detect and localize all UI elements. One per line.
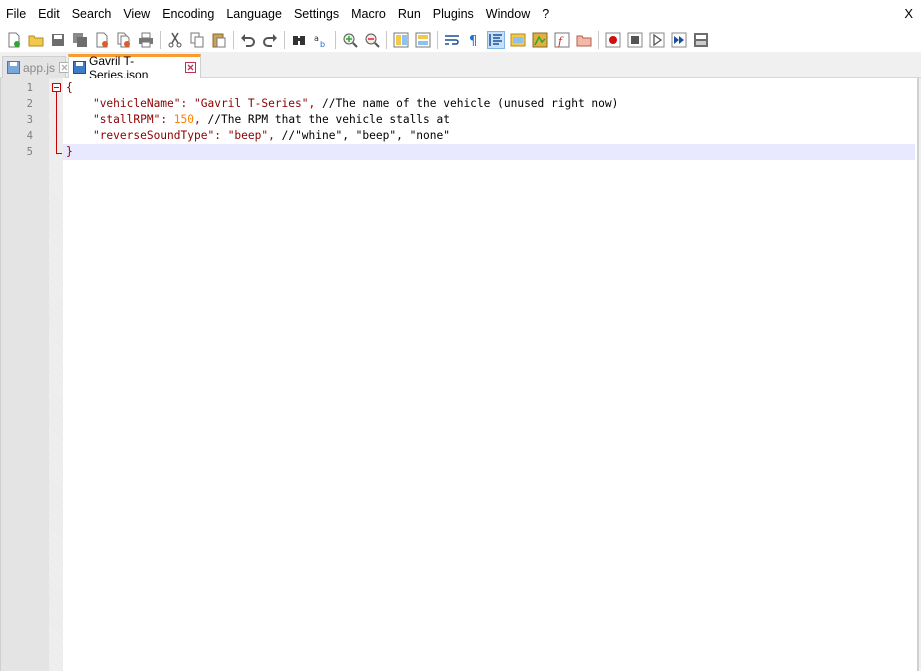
menu-settings[interactable]: Settings bbox=[288, 0, 345, 28]
toolbar: ab ¶ f bbox=[0, 28, 921, 52]
token-comment: //The name of the vehicle (unused right … bbox=[322, 97, 619, 110]
tab-label: app.js bbox=[23, 60, 56, 75]
menu-file[interactable]: File bbox=[0, 0, 32, 28]
fold-end bbox=[56, 153, 62, 154]
word-wrap-icon[interactable] bbox=[443, 31, 461, 49]
stop-record-icon[interactable] bbox=[626, 31, 644, 49]
token-comment: //The RPM that the vehicle stalls at bbox=[207, 113, 450, 126]
token-key: "stallRPM" bbox=[92, 113, 161, 126]
save-macro-icon[interactable] bbox=[692, 31, 710, 49]
code-line: "reverseSoundType": "beep", //"whine", "… bbox=[63, 128, 915, 144]
svg-text:a: a bbox=[314, 34, 319, 43]
toolbar-separator bbox=[233, 31, 234, 49]
close-icon[interactable] bbox=[93, 31, 111, 49]
svg-text:b: b bbox=[320, 40, 325, 48]
fold-line bbox=[56, 92, 57, 154]
line-number: 2 bbox=[26, 98, 33, 110]
line-number: 5 bbox=[26, 146, 33, 158]
line-number: 3 bbox=[26, 114, 33, 126]
fold-collapse-icon[interactable] bbox=[52, 83, 61, 92]
function-list-icon[interactable]: f bbox=[553, 31, 571, 49]
toolbar-separator bbox=[335, 31, 336, 49]
copy-icon[interactable] bbox=[188, 31, 206, 49]
toolbar-separator bbox=[284, 31, 285, 49]
code-line: "vehicleName": "Gavril T-Series", //The … bbox=[63, 96, 915, 112]
run-macro-multiple-icon[interactable] bbox=[670, 31, 688, 49]
menu-macro[interactable]: Macro bbox=[345, 0, 392, 28]
undo-icon[interactable] bbox=[239, 31, 257, 49]
tab-gavril-t-series-json[interactable]: Gavril T-Series.json bbox=[68, 54, 201, 82]
menu-language[interactable]: Language bbox=[220, 0, 288, 28]
close-tab-icon[interactable] bbox=[185, 62, 196, 73]
toolbar-separator bbox=[386, 31, 387, 49]
editor-pane[interactable]: 1 2 3 4 5 { "vehicleName": "Gavril T-Ser… bbox=[0, 78, 919, 671]
token-string: "Gavril T-Series" bbox=[194, 97, 309, 110]
replace-icon[interactable]: ab bbox=[312, 31, 330, 49]
token-comment: //"whine", "beep", "none" bbox=[281, 129, 450, 142]
svg-text:¶: ¶ bbox=[469, 34, 477, 48]
record-macro-icon[interactable] bbox=[604, 31, 622, 49]
token-colon: : bbox=[160, 113, 174, 126]
close-document-button[interactable]: X bbox=[904, 0, 913, 28]
token-string: "beep" bbox=[227, 129, 269, 142]
folder-workspace-icon[interactable] bbox=[575, 31, 593, 49]
tab-app-js[interactable]: app.js bbox=[2, 56, 71, 78]
token-number: 150 bbox=[173, 113, 195, 126]
toolbar-separator bbox=[160, 31, 161, 49]
play-macro-icon[interactable] bbox=[648, 31, 666, 49]
tab-bar: app.js Gavril T-Series.json bbox=[0, 52, 921, 82]
token-comma: , bbox=[308, 97, 322, 110]
toolbar-separator bbox=[598, 31, 599, 49]
new-file-icon[interactable] bbox=[5, 31, 23, 49]
token-comma: , bbox=[268, 129, 282, 142]
user-lang-icon[interactable] bbox=[509, 31, 527, 49]
code-line: "stallRPM": 150, //The RPM that the vehi… bbox=[63, 112, 915, 128]
saved-file-icon bbox=[7, 61, 20, 74]
open-file-icon[interactable] bbox=[27, 31, 45, 49]
find-icon[interactable] bbox=[290, 31, 308, 49]
menu-plugins[interactable]: Plugins bbox=[427, 0, 480, 28]
line-number: 1 bbox=[26, 82, 33, 94]
menu-encoding[interactable]: Encoding bbox=[156, 0, 220, 28]
menu-window[interactable]: Window bbox=[480, 0, 536, 28]
token-key: "vehicleName" bbox=[92, 97, 181, 110]
sync-vertical-icon[interactable] bbox=[392, 31, 410, 49]
close-all-icon[interactable] bbox=[115, 31, 133, 49]
indent-guide-icon[interactable] bbox=[487, 31, 505, 49]
save-icon[interactable] bbox=[49, 31, 67, 49]
save-all-icon[interactable] bbox=[71, 31, 89, 49]
code-line-current: } bbox=[63, 144, 915, 160]
line-number-gutter: 1 2 3 4 5 bbox=[1, 78, 49, 671]
token-colon: : bbox=[214, 129, 228, 142]
fold-margin bbox=[49, 78, 63, 671]
cut-icon[interactable] bbox=[166, 31, 184, 49]
token-colon: : bbox=[180, 97, 194, 110]
paste-icon[interactable] bbox=[210, 31, 228, 49]
print-icon[interactable] bbox=[137, 31, 155, 49]
token-brace: } bbox=[66, 145, 73, 158]
sync-horizontal-icon[interactable] bbox=[414, 31, 432, 49]
doc-map-icon[interactable] bbox=[531, 31, 549, 49]
token-key: "reverseSoundType" bbox=[92, 129, 215, 142]
show-all-chars-icon[interactable]: ¶ bbox=[465, 31, 483, 49]
saved-file-icon bbox=[73, 61, 86, 74]
code-line: { bbox=[63, 80, 915, 96]
menu-help[interactable]: ? bbox=[536, 0, 555, 28]
zoom-out-icon[interactable] bbox=[363, 31, 381, 49]
redo-icon[interactable] bbox=[261, 31, 279, 49]
toolbar-separator bbox=[437, 31, 438, 49]
menu-edit[interactable]: Edit bbox=[32, 0, 66, 28]
menu-bar: File Edit Search View Encoding Language … bbox=[0, 0, 921, 28]
menu-run[interactable]: Run bbox=[392, 0, 427, 28]
line-number: 4 bbox=[26, 130, 33, 142]
menu-view[interactable]: View bbox=[117, 0, 156, 28]
zoom-in-icon[interactable] bbox=[341, 31, 359, 49]
token-comma: , bbox=[194, 113, 208, 126]
menu-search[interactable]: Search bbox=[66, 0, 118, 28]
token-brace: { bbox=[66, 81, 73, 94]
